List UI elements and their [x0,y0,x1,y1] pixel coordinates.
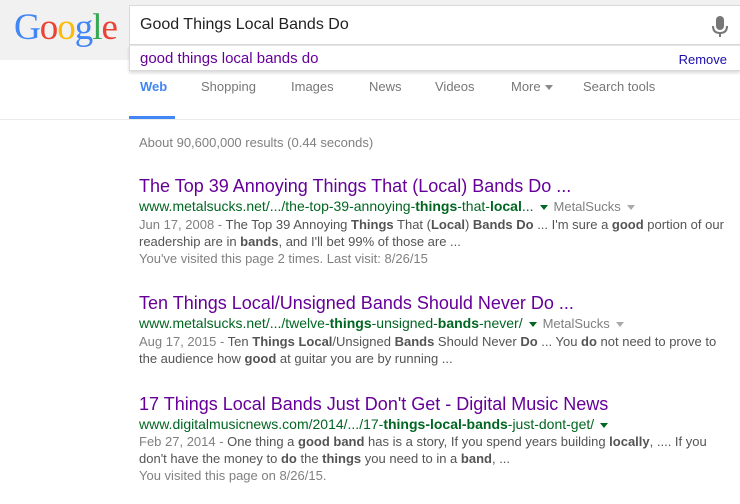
result-title-link[interactable]: Ten Things Local/Unsigned Bands Should N… [139,292,729,314]
url-part: things [329,315,372,331]
site-name: MetalSucks [553,199,621,214]
snippet-text: That ( [393,217,431,232]
logo-letter: g [74,7,93,48]
search-query[interactable]: Good Things Local Bands Do [140,16,349,34]
result-snippet: Jun 17, 2008 - The Top 39 Annoying Thing… [139,216,729,250]
tab-news[interactable]: News [369,79,402,94]
url-dropdown-icon[interactable] [539,204,548,210]
snippet-bold: Things [351,217,394,232]
snippet-text: ) [464,217,473,232]
visit-history: You've visited this page 2 times. Last v… [139,251,428,266]
snippet-text: has is a story, If you spend years build… [364,434,610,449]
snippet-text: Should Never [434,334,521,349]
snippet-bold: Things Local [252,334,333,349]
result-snippet: Feb 27, 2014 - One thing a good band has… [139,433,729,467]
snippet-bold: band [460,451,492,466]
url-part: www.digitalmusicnews.com/2014/.../17- [139,416,384,432]
snippet-text: ... I'm sure a [533,217,612,232]
snippet-bold: things [322,451,362,466]
snippet-text: The Top 39 Annoying [225,217,352,232]
suggestion-text[interactable]: good things local bands do [140,50,318,67]
tab-search-tools[interactable]: Search tools [583,79,655,94]
logo-letter: l [92,7,102,48]
active-tab-indicator [129,116,175,119]
logo-letter: o [57,7,75,48]
url-part: -that- [457,198,490,214]
result-url: www.digitalmusicnews.com/2014/.../17-thi… [139,415,729,433]
search-result: 17 Things Local Bands Just Don't Get - D… [139,393,729,484]
snippet-text: you need to in a [361,451,461,466]
url-part: -unsigned- [371,315,438,331]
remove-link[interactable]: Remove [679,52,727,67]
snippet-text: ... You [537,334,582,349]
snippet-text: , and I'll bet 99% of those are ... [278,234,461,249]
logo-letter: o [39,7,58,48]
tab-more[interactable]: More [511,79,553,94]
logo-letter: e [101,7,118,48]
url-part: things-local-bands [383,416,508,432]
chevron-down-icon [544,85,553,91]
search-result: The Top 39 Annoying Things That (Local) … [139,175,729,267]
snippet-bold: Do [520,334,538,349]
search-input[interactable]: Good Things Local Bands Do [129,5,740,45]
result-date: Feb 27, 2014 - [139,434,228,449]
search-suggestion[interactable]: good things local bands do Remove [129,45,740,71]
snippet-text: One thing a [227,434,298,449]
result-date: Aug 17, 2015 - [139,334,228,349]
url-part: local [489,198,522,214]
snippet-bold: Bands Do [472,217,534,232]
result-snippet: Aug 17, 2015 - Ten Things Local/Unsigned… [139,333,729,367]
url-part: -just-dont-get/ [507,416,595,432]
visit-history: You visited this page on 8/26/15. [139,468,327,483]
url-part: things [415,198,458,214]
url-part: www.metalsucks.net/.../twelve- [139,315,330,331]
logo-letter: G [14,7,41,48]
snippet-text: at guitar you are by running ... [276,351,453,366]
site-dropdown-icon[interactable] [615,321,624,327]
result-date: Jun 17, 2008 - [139,217,226,232]
search-result: Ten Things Local/Unsigned Bands Should N… [139,292,729,367]
tab-videos[interactable]: Videos [435,79,475,94]
snippet-text: , ... [491,451,511,466]
result-title-link[interactable]: The Top 39 Annoying Things That (Local) … [139,175,729,197]
snippet-text: Ten [227,334,253,349]
result-title-link[interactable]: 17 Things Local Bands Just Don't Get - D… [139,393,729,415]
snippet-bold: do [581,334,597,349]
search-tabs: Web Shopping Images News Videos More Sea… [0,71,740,120]
microphone-icon[interactable] [710,15,730,39]
site-name: MetalSucks [542,316,610,331]
snippet-bold: Bands [394,334,435,349]
snippet-bold: good band [298,434,365,449]
snippet-bold: Local [430,217,465,232]
snippet-bold: good [244,351,277,366]
tab-images[interactable]: Images [291,79,334,94]
url-dropdown-icon[interactable] [528,321,537,327]
tab-more-label: More [511,79,541,94]
url-part: -never/ [479,315,523,331]
result-url: www.metalsucks.net/.../twelve-things-uns… [139,314,729,333]
result-url: www.metalsucks.net/.../the-top-39-annoyi… [139,197,729,216]
snippet-bold: do [280,451,297,466]
snippet-text: /Unsigned [332,334,395,349]
snippet-text: the [296,451,323,466]
url-part: ... [521,198,534,214]
snippet-bold: locally [609,434,650,449]
result-stats: About 90,600,000 results (0.44 seconds) [139,135,374,150]
tab-web[interactable]: Web [140,79,167,94]
url-dropdown-icon[interactable] [600,422,609,428]
url-part: bands [437,315,480,331]
google-logo[interactable]: Google [14,7,118,48]
snippet-bold: bands [240,234,279,249]
url-part: www.metalsucks.net/.../the-top-39-annoyi… [139,198,416,214]
snippet-bold: good [611,217,644,232]
tab-shopping[interactable]: Shopping [201,79,256,94]
site-dropdown-icon[interactable] [626,204,635,210]
